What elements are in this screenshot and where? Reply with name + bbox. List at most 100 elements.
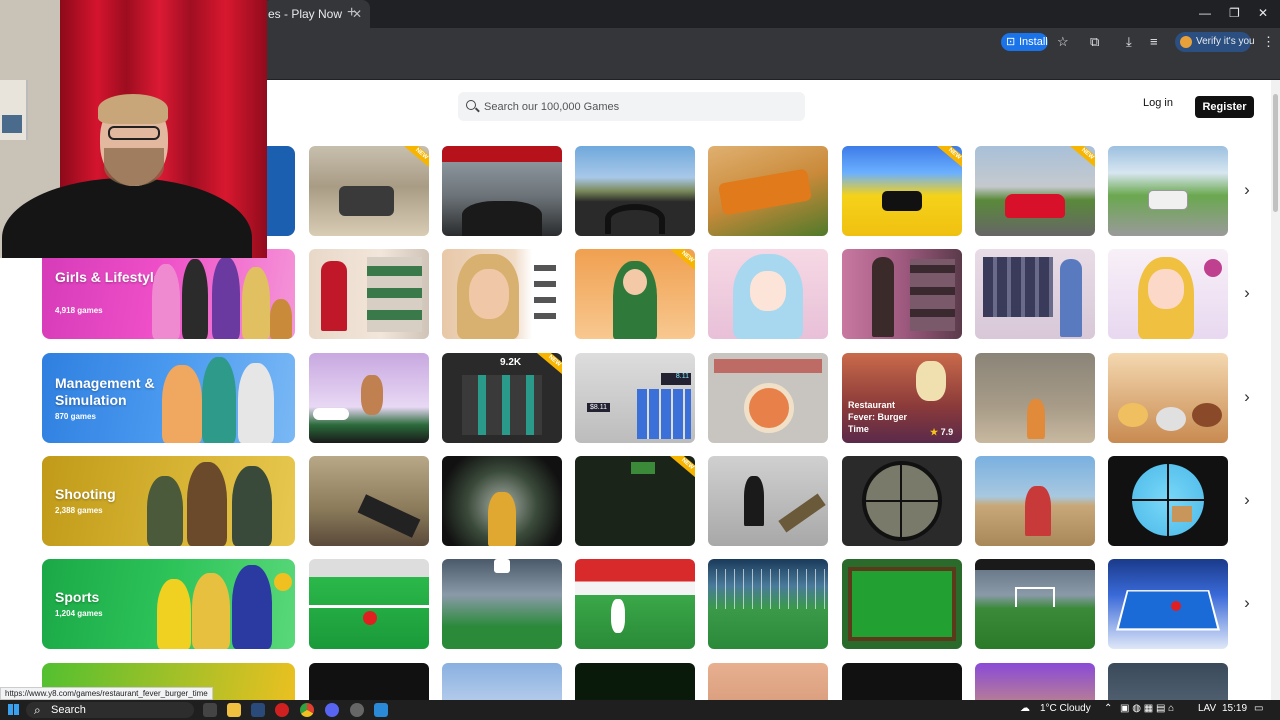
verify-profile-button[interactable]: Verify it's you	[1175, 32, 1255, 52]
row-next-arrow-icon[interactable]: ›	[1240, 283, 1254, 303]
game-thumb[interactable]	[309, 559, 429, 649]
game-thumb[interactable]: NEW	[309, 146, 429, 236]
category-title: Girls & Lifestyle	[55, 269, 162, 285]
minimize-icon[interactable]: —	[1199, 6, 1211, 20]
glasses	[108, 126, 160, 140]
game-thumb[interactable]	[708, 249, 828, 339]
game-thumb[interactable]: NEW	[842, 146, 962, 236]
game-thumb[interactable]	[1108, 559, 1228, 649]
obs-icon[interactable]	[350, 703, 364, 717]
game-thumb[interactable]: NEW	[575, 249, 695, 339]
close-window-icon[interactable]: ✕	[1258, 6, 1268, 20]
new-badge: NEW	[1068, 146, 1095, 171]
file-explorer-icon[interactable]	[227, 703, 241, 717]
game-thumb[interactable]	[309, 456, 429, 546]
scrollbar-thumb[interactable]	[1273, 94, 1278, 212]
game-thumb[interactable]	[975, 663, 1095, 700]
game-thumb[interactable]	[975, 249, 1095, 339]
maximize-icon[interactable]: ❐	[1229, 6, 1240, 20]
game-thumb[interactable]	[309, 663, 429, 700]
windows-start-icon[interactable]	[8, 704, 19, 715]
coins-label: 9.2K	[500, 357, 522, 368]
weather-label[interactable]: 1°C Cloudy	[1040, 703, 1091, 714]
game-thumb[interactable]	[309, 249, 429, 339]
register-button[interactable]: Register	[1195, 96, 1254, 118]
new-badge: NEW	[668, 249, 695, 274]
game-thumb[interactable]	[1108, 146, 1228, 236]
game-thumb[interactable]	[442, 559, 562, 649]
game-thumb[interactable]	[442, 456, 562, 546]
game-thumb[interactable]: 9.2K NEW	[442, 353, 562, 443]
tray-chevron-icon[interactable]: ⌃	[1104, 703, 1112, 714]
game-thumb[interactable]	[975, 559, 1095, 649]
notification-icon[interactable]: ▭	[1254, 703, 1263, 714]
chrome-icon[interactable]	[300, 703, 314, 717]
game-thumb[interactable]	[1108, 353, 1228, 443]
download-icon[interactable]: ⤓	[1126, 34, 1132, 50]
task-view-icon[interactable]	[203, 703, 217, 717]
reading-list-icon[interactable]: ≡	[1150, 34, 1158, 49]
clock-label[interactable]: 15:19	[1222, 703, 1247, 714]
game-thumb[interactable]: NEW	[975, 146, 1095, 236]
game-thumb[interactable]	[708, 146, 828, 236]
game-thumb[interactable]	[1108, 663, 1228, 700]
bookmark-star-icon[interactable]: ☆	[1057, 34, 1069, 50]
category-count: 870 games	[55, 412, 96, 421]
game-thumb[interactable]: Restaurant Fever: Burger Time ★ 7.9	[842, 353, 962, 443]
app-icon[interactable]	[374, 703, 388, 717]
category-tile-girls[interactable]: Girls & Lifestyle 4,918 games	[42, 249, 295, 339]
game-thumb[interactable]	[842, 559, 962, 649]
game-thumb[interactable]	[442, 249, 562, 339]
game-thumb[interactable]	[442, 146, 562, 236]
search-icon	[466, 100, 476, 110]
category-row-girls: Girls & Lifestyle 4,918 games NEW ›	[0, 249, 1270, 339]
search-box[interactable]	[458, 92, 805, 121]
discord-icon[interactable]	[325, 703, 339, 717]
game-thumb[interactable]: 8.11 $8.11	[575, 353, 695, 443]
game-thumb[interactable]	[575, 663, 695, 700]
webcam-overlay	[0, 0, 267, 258]
game-thumb[interactable]	[842, 663, 962, 700]
language-label[interactable]: LAV	[1198, 703, 1216, 714]
menu-dots-icon[interactable]: ⋮	[1262, 34, 1275, 50]
new-tab-button[interactable]: +	[347, 4, 356, 22]
game-thumb[interactable]	[1108, 456, 1228, 546]
rating-value: 7.9	[940, 427, 954, 437]
game-thumb[interactable]	[975, 353, 1095, 443]
search-input[interactable]	[484, 92, 794, 121]
category-count: 4,918 games	[55, 306, 103, 315]
category-row-sports: Sports 1,204 games ›	[0, 559, 1270, 649]
extensions-icon[interactable]: ⧉	[1090, 34, 1099, 50]
row-next-arrow-icon[interactable]: ›	[1240, 593, 1254, 613]
star-icon: ★	[930, 427, 939, 437]
login-link[interactable]: Log in	[1143, 97, 1173, 109]
category-tile-shooting[interactable]: Shooting 2,388 games	[42, 456, 295, 546]
game-thumb[interactable]	[442, 663, 562, 700]
game-thumb[interactable]	[975, 456, 1095, 546]
game-thumb[interactable]	[708, 663, 828, 700]
game-thumb[interactable]	[842, 249, 962, 339]
page-scrollbar[interactable]	[1271, 80, 1280, 700]
game-thumb[interactable]	[708, 559, 828, 649]
game-thumb[interactable]	[309, 353, 429, 443]
tray-icons[interactable]: ▣ ◍ ▦ ▤ ⌂	[1120, 703, 1174, 714]
row-next-arrow-icon[interactable]: ›	[1240, 490, 1254, 510]
category-title: Sports	[55, 589, 100, 605]
weather-icon[interactable]: ☁	[1020, 703, 1030, 714]
game-thumb[interactable]	[575, 559, 695, 649]
category-tile-sports[interactable]: Sports 1,204 games	[42, 559, 295, 649]
install-button[interactable]: Install	[1001, 33, 1048, 51]
game-thumb[interactable]: NEW	[575, 456, 695, 546]
game-thumb[interactable]	[1108, 249, 1228, 339]
game-thumb[interactable]	[708, 456, 828, 546]
row-next-arrow-icon[interactable]: ›	[1240, 180, 1254, 200]
new-badge: NEW	[402, 146, 429, 171]
opera-icon[interactable]	[275, 703, 289, 717]
row-next-arrow-icon[interactable]: ›	[1240, 387, 1254, 407]
game-thumb[interactable]	[575, 146, 695, 236]
category-tile-management[interactable]: Management & Simulation 870 games	[42, 353, 295, 443]
game-thumb[interactable]	[708, 353, 828, 443]
steam-icon[interactable]	[251, 703, 265, 717]
game-thumb[interactable]	[842, 456, 962, 546]
taskbar-search[interactable]: Search	[26, 702, 194, 718]
